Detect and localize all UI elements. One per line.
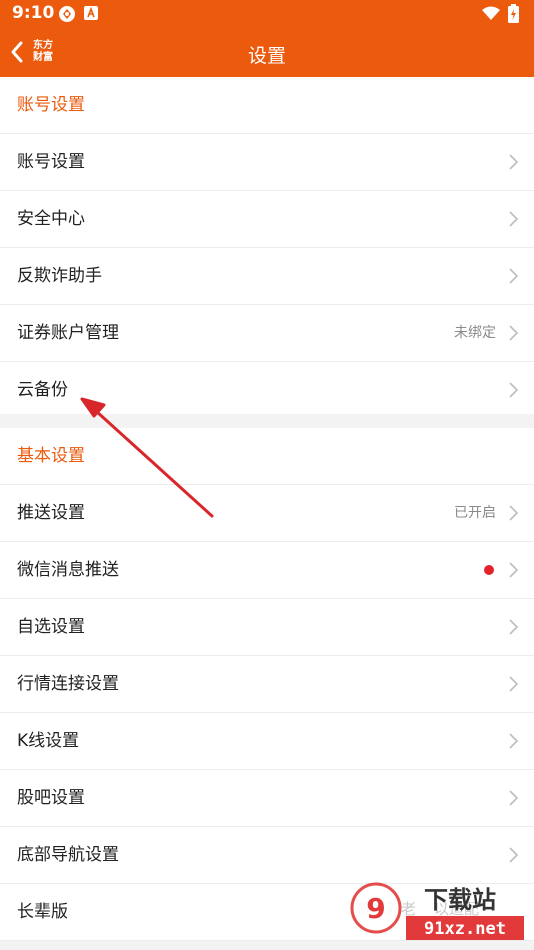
row-label: 自选设置 xyxy=(17,617,85,637)
settings-row-security-center[interactable]: 安全中心 xyxy=(0,191,534,248)
settings-row-market-connection[interactable]: 行情连接设置 xyxy=(0,656,534,713)
settings-row-push[interactable]: 推送设置 已开启 xyxy=(0,485,534,542)
top-nav-bar: 东方 财富 设置 xyxy=(0,28,534,77)
row-label: 证券账户管理 xyxy=(17,323,119,343)
chevron-right-icon xyxy=(509,154,518,170)
row-status-value: 已开启 xyxy=(454,505,496,521)
row-label: 安全中心 xyxy=(17,209,85,229)
chevron-right-icon xyxy=(509,382,518,398)
a-badge-icon xyxy=(84,6,98,20)
row-label: 云备份 xyxy=(17,380,68,400)
settings-row-anti-fraud[interactable]: 反欺诈助手 xyxy=(0,248,534,305)
chevron-right-icon xyxy=(509,268,518,284)
row-label: 长辈版 xyxy=(17,902,68,922)
watermark-text: 下载站 xyxy=(424,886,496,914)
settings-row-cloud-backup[interactable]: 云备份 xyxy=(0,362,534,418)
wifi-icon xyxy=(482,6,500,20)
chevron-right-icon xyxy=(509,790,518,806)
section-header-account: 账号设置 xyxy=(0,77,534,134)
status-time: 9:10 xyxy=(12,3,55,23)
chevron-right-icon xyxy=(509,325,518,341)
section-divider xyxy=(0,414,534,428)
chevron-right-icon xyxy=(509,211,518,227)
settings-row-watchlist[interactable]: 自选设置 xyxy=(0,599,534,656)
notification-dot xyxy=(484,565,494,575)
site-watermark-logo: 9 下载站 91xz.net xyxy=(350,882,524,940)
row-label: K线设置 xyxy=(17,731,80,751)
section-header-basic: 基本设置 xyxy=(0,428,534,485)
chevron-right-icon xyxy=(509,847,518,863)
row-label: 行情连接设置 xyxy=(17,674,119,694)
row-label: 账号设置 xyxy=(17,152,85,172)
settings-row-securities-account[interactable]: 证券账户管理 未绑定 xyxy=(0,305,534,362)
settings-row-bottom-nav[interactable]: 底部导航设置 xyxy=(0,827,534,884)
chevron-right-icon xyxy=(509,733,518,749)
settings-row-account[interactable]: 账号设置 xyxy=(0,134,534,191)
row-label: 股吧设置 xyxy=(17,788,85,808)
account-settings-section: 账号设置 账号设置 安全中心 反欺诈助手 证券账户管理 未绑定 云备份 xyxy=(0,77,534,418)
chevron-right-icon xyxy=(509,505,518,521)
svg-text:9: 9 xyxy=(366,892,385,925)
basic-settings-section: 基本设置 推送设置 已开启 微信消息推送 自选设置 行情连接设置 K线设置 股吧… xyxy=(0,428,534,941)
row-label: 底部导航设置 xyxy=(17,845,119,865)
battery-charging-icon xyxy=(508,4,519,23)
row-label: 微信消息推送 xyxy=(17,560,119,580)
row-status-value: 未绑定 xyxy=(454,325,496,341)
settings-row-stock-forum[interactable]: 股吧设置 xyxy=(0,770,534,827)
chevron-right-icon xyxy=(509,619,518,635)
settings-row-kline[interactable]: K线设置 xyxy=(0,713,534,770)
chevron-right-icon xyxy=(509,676,518,692)
row-label: 反欺诈助手 xyxy=(17,266,102,286)
settings-row-wechat-push[interactable]: 微信消息推送 xyxy=(0,542,534,599)
status-bar: 9:10 xyxy=(0,0,534,28)
page-title: 设置 xyxy=(247,45,286,67)
sync-icon xyxy=(59,6,75,22)
row-label: 推送设置 xyxy=(17,503,85,523)
watermark-domain: 91xz.net xyxy=(424,919,506,939)
chevron-right-icon xyxy=(509,562,518,578)
